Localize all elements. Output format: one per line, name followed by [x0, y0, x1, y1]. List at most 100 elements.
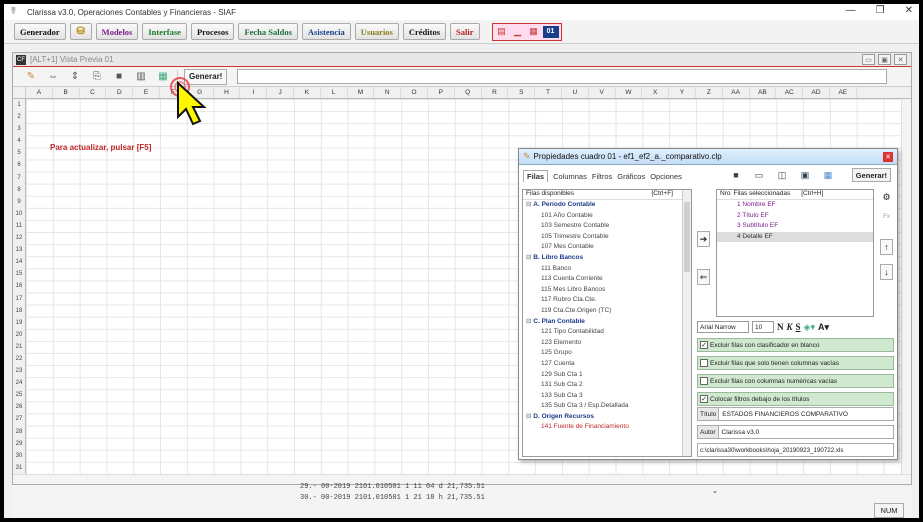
available-rows-list[interactable]: Filas disponibles [Ctrl+F] A. Período Co…	[522, 189, 692, 457]
column-header[interactable]: Z	[696, 87, 723, 98]
row-header[interactable]: 16	[13, 280, 25, 292]
list-item[interactable]: 107 Mes Contable	[523, 242, 691, 253]
menu-procesos[interactable]: Procesos	[190, 23, 235, 40]
column-header[interactable]: P	[428, 87, 455, 98]
preview-minimize-icon[interactable]: ▭	[862, 54, 875, 65]
column-header[interactable]: AD	[803, 87, 830, 98]
list-item[interactable]: 111 Banco	[523, 264, 691, 275]
move-up-icon[interactable]: ↑	[880, 239, 893, 255]
list-item[interactable]: 121 Tipo Contabilidad	[523, 327, 691, 338]
column-header[interactable]: I	[240, 87, 268, 98]
option-checkbox[interactable]: Excluir filas que solo tienen columnas v…	[697, 356, 894, 370]
tab-opciones[interactable]: Opciones	[650, 172, 682, 181]
list-item[interactable]: 101 Año Contable	[523, 211, 691, 222]
row-header[interactable]: 8	[13, 184, 25, 196]
italic-icon[interactable]: K	[787, 322, 793, 332]
row-header[interactable]: 15	[13, 268, 25, 280]
save-icon[interactable]: ■	[729, 169, 743, 181]
menu-fecha-saldos[interactable]: Fecha Saldos	[238, 23, 298, 40]
list-item[interactable]: 135 Sub Cta 3 / Esp.Detallada	[523, 401, 691, 412]
selected-row-item[interactable]: 3 Subtítulo EF	[717, 221, 873, 232]
row-header[interactable]: 26	[13, 401, 25, 413]
row-header[interactable]: 22	[13, 353, 25, 365]
checkbox-icon[interactable]: ✓	[700, 395, 708, 403]
list-item[interactable]: 129 Sub Cta 1	[523, 370, 691, 381]
save-icon[interactable]: ■	[111, 69, 127, 85]
selected-row-item[interactable]: 2 Título EF	[717, 211, 873, 222]
column-header[interactable]: M	[348, 87, 375, 98]
autor-input[interactable]: Clarissa v3.0	[718, 425, 894, 439]
row-header[interactable]: 12	[13, 232, 25, 244]
column-header[interactable]: AB	[750, 87, 777, 98]
corner-cell[interactable]	[13, 87, 26, 98]
column-header[interactable]: S	[508, 87, 536, 98]
column-header[interactable]: R	[482, 87, 509, 98]
option-checkbox[interactable]: ✓ Excluir filas con clasificador en blanc…	[697, 338, 894, 352]
list-item[interactable]: 141 Fuente de Financiamiento	[523, 422, 691, 433]
column-header[interactable]: X	[642, 87, 670, 98]
list-group[interactable]: D. Origen Recursos	[523, 412, 691, 423]
font-name-select[interactable]: Arial Narrow	[697, 321, 749, 333]
column-header[interactable]: B	[53, 87, 80, 98]
checkbox-icon[interactable]	[700, 359, 708, 367]
list-scrollbar[interactable]	[682, 190, 691, 456]
preview-close-icon[interactable]: ✕	[894, 54, 907, 65]
copy-icon[interactable]: ⎘	[89, 69, 105, 85]
column-header[interactable]: AC	[776, 87, 804, 98]
selected-row-item[interactable]: 1 Nombre EF	[717, 200, 873, 211]
menu-interfase[interactable]: Interfase	[142, 23, 187, 40]
row-header[interactable]: 29	[13, 438, 25, 450]
menu-creditos[interactable]: Créditos	[402, 23, 447, 40]
arrow-left-icon[interactable]: ⇐	[697, 269, 710, 285]
list-item[interactable]: 103 Semestre Contable	[523, 221, 691, 232]
menu-usuarios[interactable]: Usuarios	[354, 23, 399, 40]
font-size-select[interactable]: 10	[752, 321, 774, 333]
tab-filas[interactable]: Filas	[523, 170, 549, 182]
folder-icon[interactable]: ⛁	[69, 23, 92, 40]
row-header[interactable]: 1	[13, 99, 25, 111]
list-group[interactable]: B. Libro Bancos	[523, 253, 691, 264]
column-header[interactable]: AA	[723, 87, 750, 98]
column-header[interactable]: N	[374, 87, 402, 98]
resize-vertical-icon[interactable]: ⇕	[67, 69, 83, 85]
menu-generador[interactable]: Generador	[14, 23, 66, 40]
minimize-icon[interactable]: —	[846, 5, 856, 16]
row-header[interactable]: 18	[13, 305, 25, 317]
grid-icon[interactable]: ▦	[527, 26, 541, 38]
chevron-down-icon[interactable]: ⌄	[712, 487, 734, 497]
move-down-icon[interactable]: ↓	[880, 264, 893, 280]
row-header[interactable]: 24	[13, 377, 25, 389]
column-header[interactable]: C	[80, 87, 107, 98]
row-header[interactable]: 10	[13, 208, 25, 220]
row-header[interactable]: 30	[13, 450, 25, 462]
list-item[interactable]: 117 Rubro Cta.Cte.	[523, 295, 691, 306]
checkbox-icon[interactable]	[700, 377, 708, 385]
dialog-close-icon[interactable]: ✕	[883, 152, 893, 162]
window-01-badge[interactable]: 01	[542, 25, 559, 38]
row-header[interactable]: 3	[13, 123, 25, 135]
list-group[interactable]: C. Plan Contable	[523, 317, 691, 328]
list-item[interactable]: 113 Cuenta Corriente	[523, 274, 691, 285]
column-header[interactable]: Q	[455, 87, 482, 98]
row-header[interactable]: 2	[13, 111, 25, 123]
row-header[interactable]: 4	[13, 135, 25, 147]
column-header[interactable]: V	[589, 87, 616, 98]
option-checkbox[interactable]: ✓ Colocar filtros debajo de los títulos	[697, 392, 894, 406]
list-group[interactable]: A. Período Contable	[523, 200, 691, 211]
formula-bar[interactable]	[237, 69, 888, 84]
maximize-icon[interactable]: ❐	[876, 5, 885, 16]
checkbox-icon[interactable]: ✓	[700, 341, 708, 349]
row-header[interactable]: 17	[13, 293, 25, 305]
column-header[interactable]: J	[267, 87, 294, 98]
excel-icon[interactable]: ▦	[155, 69, 171, 85]
font-color-icon[interactable]: A▾	[818, 322, 829, 333]
row-header[interactable]: 27	[13, 413, 25, 425]
output-path[interactable]: c:\clarissa30\workbooks\hoja_20190923_19…	[697, 443, 894, 457]
fill-color-icon[interactable]: ◈▾	[804, 322, 815, 333]
close-icon[interactable]: ✕	[905, 5, 913, 16]
list-item[interactable]: 131 Sub Cta 2	[523, 380, 691, 391]
row-header[interactable]: 21	[13, 341, 25, 353]
menu-asistencia[interactable]: Asistencia	[301, 23, 351, 40]
row-header[interactable]: 23	[13, 365, 25, 377]
tab-filtros[interactable]: Filtros	[592, 172, 612, 181]
